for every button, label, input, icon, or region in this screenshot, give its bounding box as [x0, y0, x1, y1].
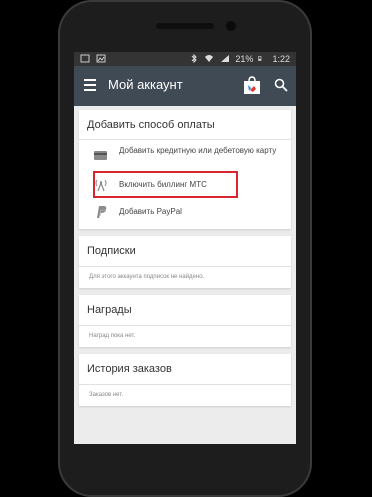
status-time: 1:22	[272, 54, 290, 64]
wifi-icon	[205, 55, 214, 62]
rewards-note: Наград пока нет.	[89, 333, 136, 339]
status-bar: 21% 1:22	[74, 52, 296, 66]
app-bar: Мой аккаунт	[74, 66, 296, 106]
page-title: Мой аккаунт	[108, 77, 183, 92]
signal-icon	[220, 55, 229, 62]
phone-bottom-bezel	[58, 446, 312, 497]
payment-section-title: Добавить способ оплаты	[87, 119, 215, 131]
order-history-title: История заказов	[87, 363, 172, 375]
battery-icon	[258, 56, 262, 61]
paypal-icon	[97, 206, 107, 218]
add-card-row[interactable]: Добавить кредитную или дебетовую карту	[79, 140, 291, 170]
divider	[79, 325, 291, 326]
bluetooth-icon	[191, 54, 197, 63]
shopping-bag-icon[interactable]	[242, 76, 262, 96]
highlight-box	[93, 171, 238, 198]
divider	[79, 266, 291, 267]
phone-frame: 21% 1:22 Мой аккаунт Добавить способ опл…	[58, 0, 312, 497]
phone-screen: 21% 1:22 Мой аккаунт Добавить способ опл…	[74, 52, 296, 444]
payment-methods-card: Добавить способ оплаты Добавить кредитну…	[79, 110, 291, 229]
subscriptions-note: Для этого аккаунта подписок не найдено.	[89, 274, 205, 280]
rewards-title: Награды	[87, 304, 132, 316]
subscriptions-title: Подписки	[87, 245, 136, 257]
credit-card-icon	[94, 151, 107, 160]
image-icon	[96, 54, 106, 63]
status-notification-icons	[80, 54, 109, 64]
subscriptions-card: Подписки Для этого аккаунта подписок не …	[79, 236, 291, 288]
speaker-grille	[156, 23, 214, 29]
order-history-card: История заказов Заказов нет.	[79, 354, 291, 406]
add-paypal-label: Добавить PayPal	[119, 207, 182, 216]
phone-top-bezel	[58, 0, 312, 50]
account-content: Добавить способ оплаты Добавить кредитну…	[74, 106, 296, 444]
add-card-label: Добавить кредитную или дебетовую карту	[119, 146, 277, 155]
divider	[79, 384, 291, 385]
rewards-card: Награды Наград пока нет.	[79, 295, 291, 347]
add-paypal-row[interactable]: Добавить PayPal	[79, 198, 291, 226]
order-history-note: Заказов нет.	[89, 392, 124, 398]
search-icon[interactable]	[274, 78, 288, 92]
notification-icon	[80, 54, 90, 63]
menu-icon[interactable]	[84, 79, 96, 91]
battery-level: 21%	[235, 54, 254, 64]
front-camera	[226, 21, 236, 31]
status-right: 21% 1:22	[189, 54, 290, 64]
